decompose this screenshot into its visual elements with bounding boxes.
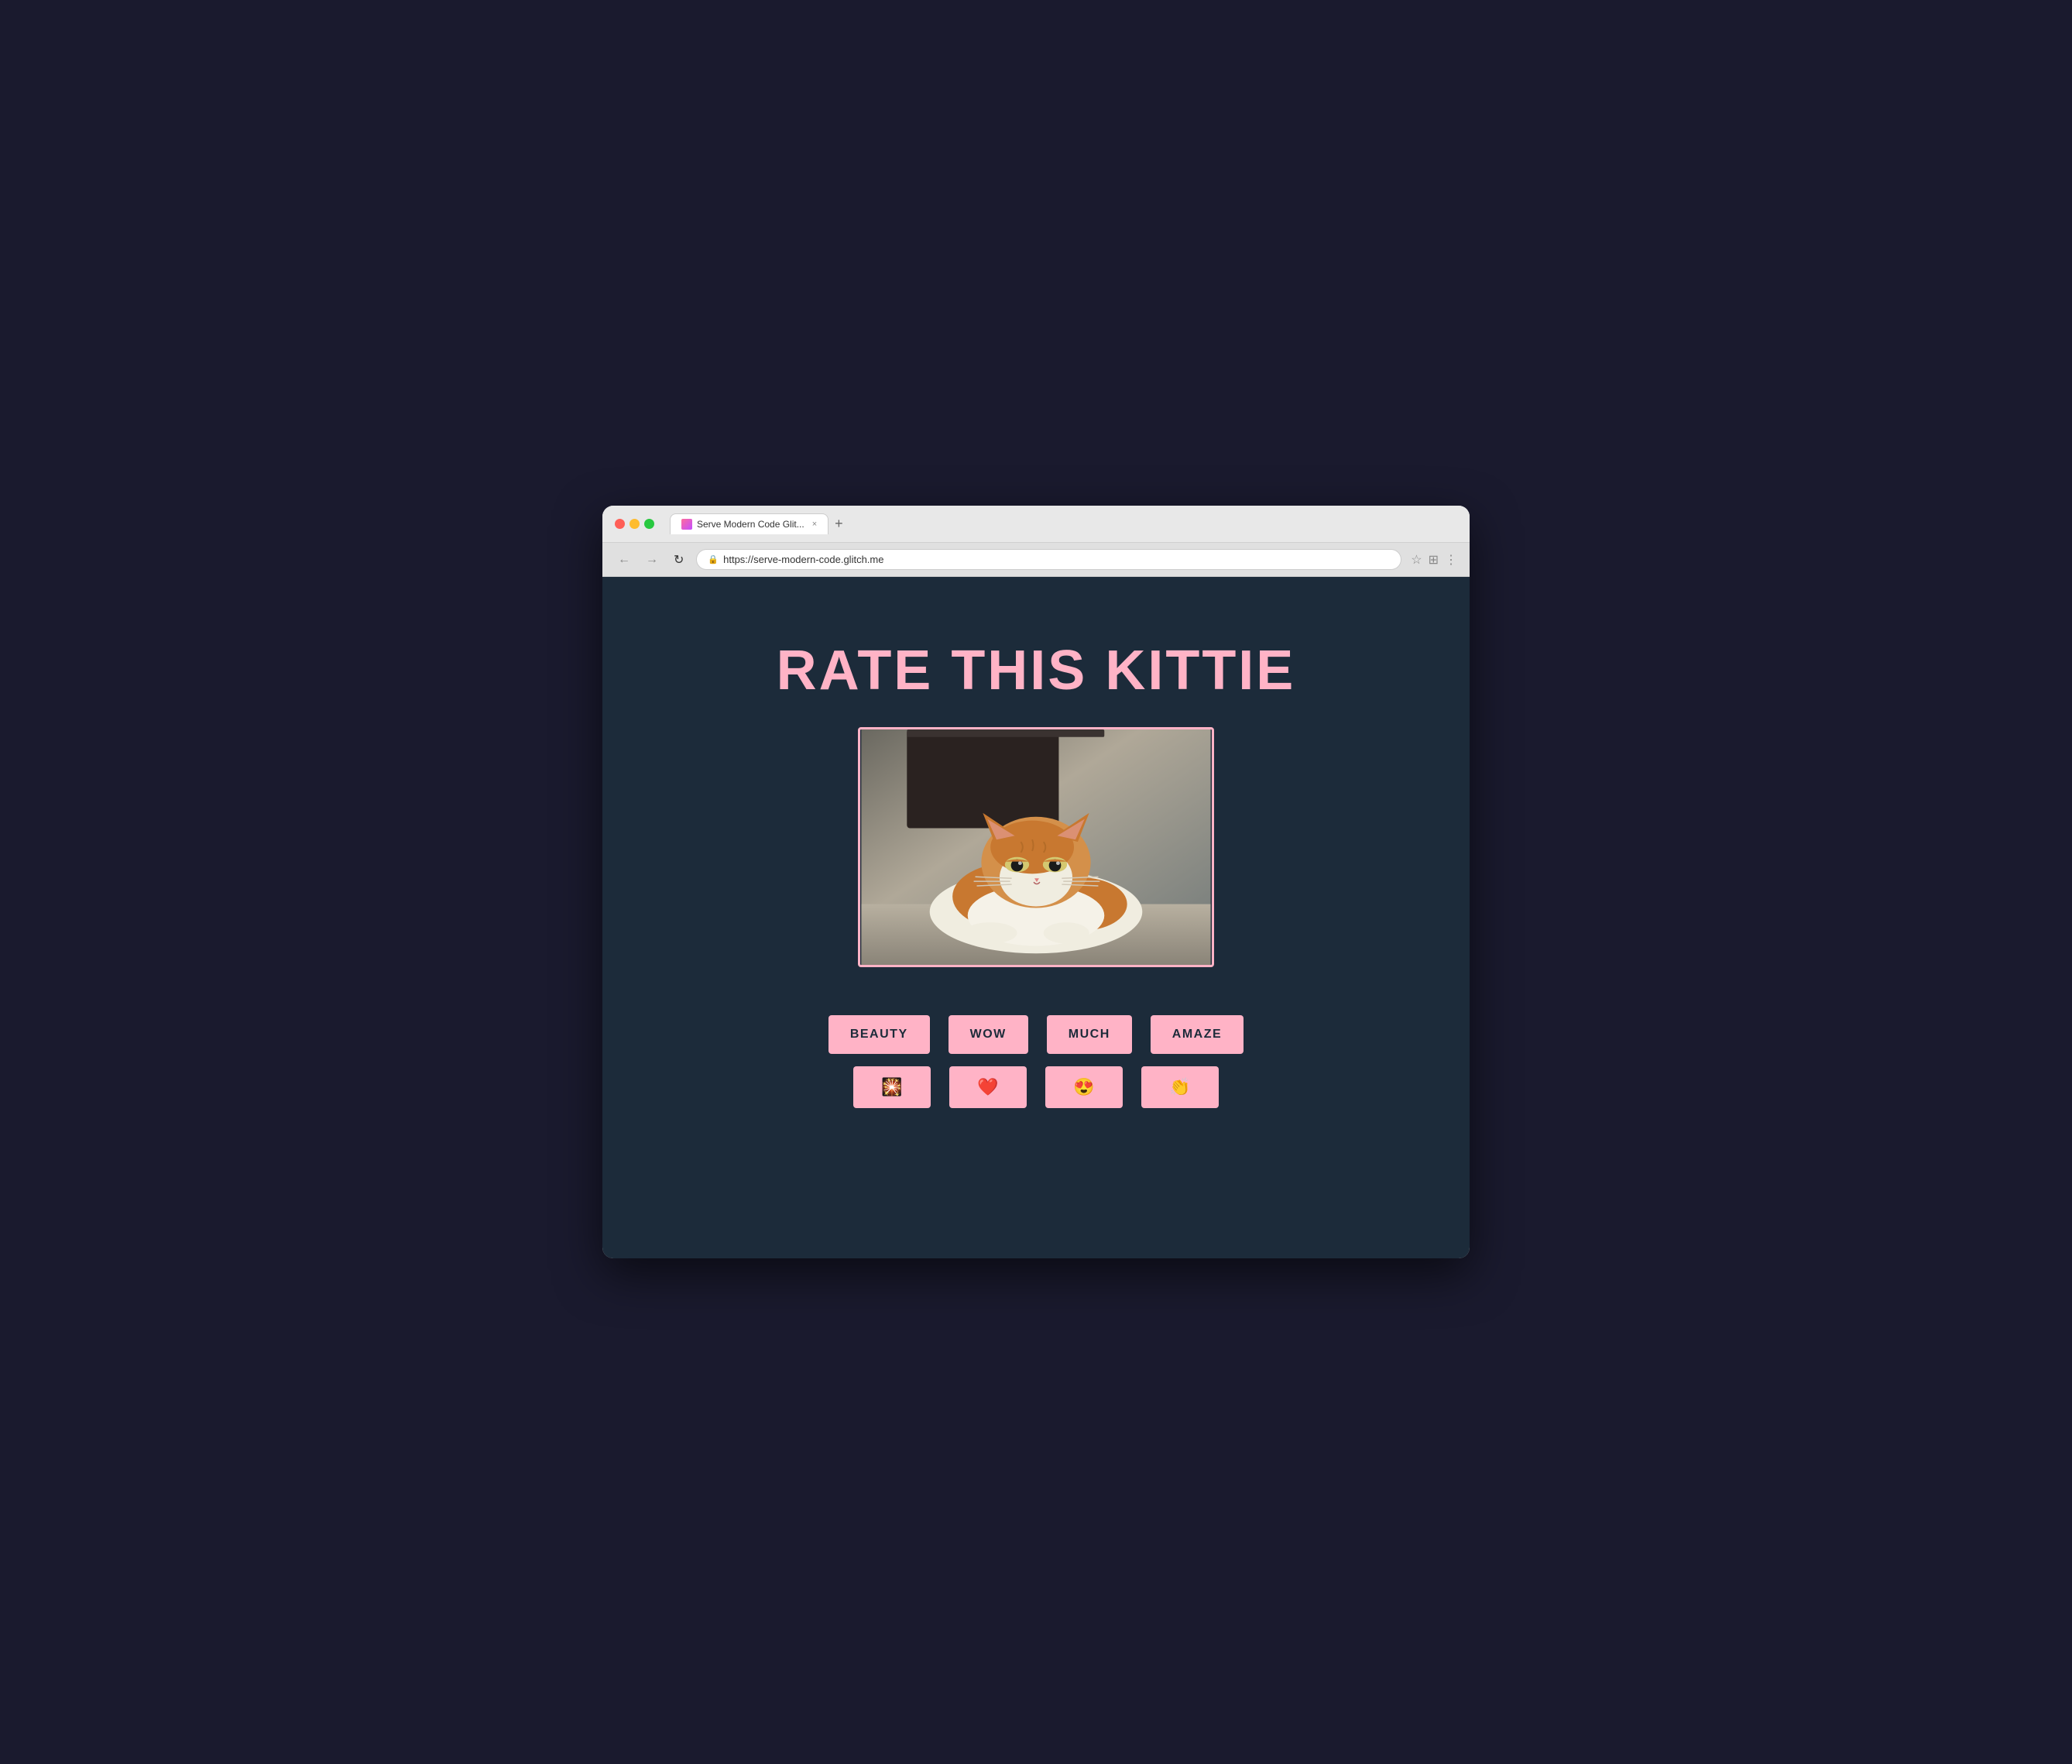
title-bar: Serve Modern Code Glit... × +: [602, 506, 1470, 543]
beauty-button[interactable]: BEAUTY: [828, 1015, 930, 1054]
maximize-button[interactable]: [644, 519, 654, 529]
menu-icon[interactable]: ⋮: [1445, 552, 1457, 568]
buttons-section: BEAUTY WOW MUCH AMAZE 🎇 ❤️ 😍 👏: [828, 1015, 1244, 1108]
address-bar: ← → ↻ 🔒 https://serve-modern-code.glitch…: [602, 543, 1470, 577]
clap-button[interactable]: 👏: [1141, 1066, 1219, 1108]
heart-button[interactable]: ❤️: [949, 1066, 1027, 1108]
heart-eyes-button[interactable]: 😍: [1045, 1066, 1123, 1108]
sparkle-button[interactable]: 🎇: [853, 1066, 931, 1108]
forward-button[interactable]: →: [643, 551, 661, 568]
browser-window: Serve Modern Code Glit... × + ← → ↻ 🔒 ht…: [602, 506, 1470, 1258]
bookmark-icon[interactable]: ☆: [1411, 552, 1422, 568]
lock-icon: 🔒: [708, 554, 719, 565]
back-button[interactable]: ←: [615, 551, 633, 568]
tab-close-icon[interactable]: ×: [812, 520, 817, 529]
cat-image: [858, 727, 1214, 967]
minimize-button[interactable]: [629, 519, 640, 529]
url-text: https://serve-modern-code.glitch.me: [723, 554, 883, 565]
traffic-lights: [615, 519, 654, 529]
page-title: RATE THIS KITTIE: [777, 639, 1296, 702]
refresh-button[interactable]: ↻: [671, 551, 687, 569]
amaze-button[interactable]: AMAZE: [1151, 1015, 1244, 1054]
extensions-icon[interactable]: ⊞: [1429, 552, 1439, 568]
page-content: RATE THIS KITTIE: [602, 577, 1470, 1258]
close-button[interactable]: [615, 519, 625, 529]
browser-tab[interactable]: Serve Modern Code Glit... ×: [670, 513, 828, 534]
tab-label: Serve Modern Code Glit...: [697, 519, 804, 530]
tab-bar: Serve Modern Code Glit... × +: [670, 513, 1457, 534]
url-bar[interactable]: 🔒 https://serve-modern-code.glitch.me: [696, 549, 1401, 570]
emoji-button-row: 🎇 ❤️ 😍 👏: [853, 1066, 1219, 1108]
much-button[interactable]: MUCH: [1047, 1015, 1132, 1054]
cat-illustration: [860, 729, 1212, 965]
text-button-row: BEAUTY WOW MUCH AMAZE: [828, 1015, 1244, 1054]
tab-favicon: [681, 519, 692, 530]
wow-button[interactable]: WOW: [949, 1015, 1028, 1054]
address-actions: ☆ ⊞ ⋮: [1411, 552, 1457, 568]
new-tab-button[interactable]: +: [832, 516, 846, 532]
